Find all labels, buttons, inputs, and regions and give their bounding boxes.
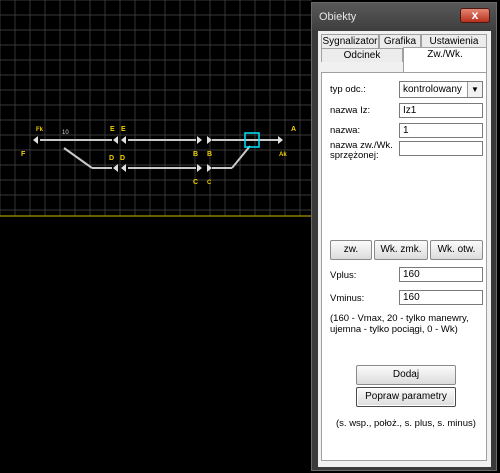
label-ak: Ak bbox=[279, 152, 287, 158]
label-b1: B bbox=[193, 151, 198, 158]
typ-select-value: kontrolowany bbox=[403, 84, 462, 95]
sprz-label-2: sprzężonej: bbox=[330, 150, 379, 161]
label-b2: B bbox=[207, 151, 212, 158]
popraw-parametry-button[interactable]: Popraw parametry bbox=[356, 387, 456, 407]
label-fk: Fk bbox=[36, 127, 44, 133]
signal-a[interactable] bbox=[278, 136, 283, 144]
wk-zmk-button[interactable]: Wk. zmk. bbox=[374, 240, 428, 260]
dodaj-button[interactable]: Dodaj bbox=[356, 365, 456, 385]
objects-window[interactable]: Obiekty x Sygnalizator Grafika Ustawieni… bbox=[311, 2, 497, 471]
tab-odcinek[interactable]: Odcinek bbox=[321, 48, 403, 62]
label-ten: 10 bbox=[62, 130, 69, 136]
chevron-down-icon[interactable]: ▼ bbox=[467, 82, 482, 97]
label-c1: C bbox=[193, 179, 198, 186]
label-f: F bbox=[21, 151, 26, 158]
tab-ustawienia[interactable]: Ustawienia bbox=[421, 34, 487, 48]
label-e1: E bbox=[110, 126, 115, 133]
speed-note-1: (160 - Vmax, 20 - tylko manewry, bbox=[330, 313, 469, 324]
nazwa-iz-field[interactable]: Iz1 bbox=[399, 103, 483, 118]
label-a: A bbox=[291, 126, 296, 133]
label-d1: D bbox=[109, 155, 114, 162]
footer-note: (s. wsp., położ., s. plus, s. minus) bbox=[336, 418, 476, 429]
vminus-label: Vminus: bbox=[330, 293, 365, 304]
tab-content: typ odc.: kontrolowany ▼ nazwa Iz: Iz1 n… bbox=[321, 72, 487, 461]
signal-e2[interactable] bbox=[121, 136, 126, 144]
speed-note-2: ujemna - tylko pociągi, 0 - Wk) bbox=[330, 324, 458, 335]
vminus-field[interactable]: 160 bbox=[399, 290, 483, 305]
typ-label: typ odc.: bbox=[330, 84, 366, 95]
typ-select[interactable]: kontrolowany ▼ bbox=[399, 81, 483, 98]
signal-b2[interactable] bbox=[207, 136, 212, 144]
tab-zw-wk[interactable]: Zw./Wk. bbox=[403, 47, 487, 73]
label-e2: E bbox=[121, 126, 126, 133]
signal-b1[interactable] bbox=[197, 136, 202, 144]
grid bbox=[0, 0, 312, 216]
signal-f[interactable] bbox=[33, 136, 38, 144]
sprz-field[interactable] bbox=[399, 141, 483, 156]
label-d2: D bbox=[120, 155, 125, 162]
signal-e1[interactable] bbox=[113, 136, 118, 144]
nazwa-label: nazwa: bbox=[330, 125, 361, 136]
window-panel: Sygnalizator Grafika Ustawienia Odcinek … bbox=[318, 31, 491, 467]
nazwa-iz-label: nazwa Iz: bbox=[330, 105, 371, 116]
window-title: Obiekty bbox=[319, 11, 357, 23]
tab-grafika[interactable]: Grafika bbox=[379, 34, 421, 48]
tab-sygnalizator[interactable]: Sygnalizator bbox=[321, 34, 379, 48]
window-titlebar[interactable]: Obiekty x bbox=[312, 3, 496, 31]
wk-otw-button[interactable]: Wk. otw. bbox=[430, 240, 483, 260]
close-button[interactable]: x bbox=[460, 8, 490, 23]
close-icon: x bbox=[471, 8, 479, 22]
vplus-label: Vplus: bbox=[330, 270, 357, 281]
vplus-field[interactable]: 160 bbox=[399, 267, 483, 282]
nazwa-field[interactable]: 1 bbox=[399, 123, 483, 138]
label-c2: C bbox=[207, 180, 212, 186]
zw-button[interactable]: zw. bbox=[330, 240, 372, 260]
